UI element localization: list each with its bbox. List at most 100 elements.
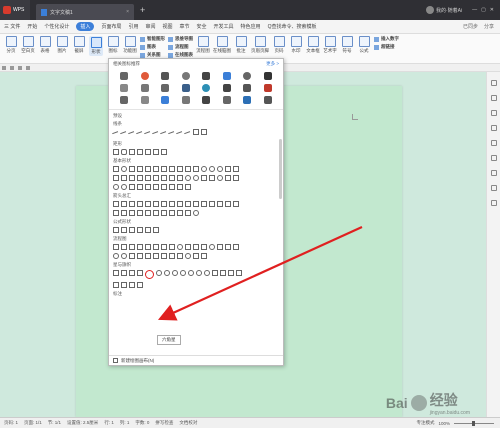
menu-references[interactable]: 引用: [128, 23, 138, 30]
curved-down-ribbon-shape[interactable]: [236, 270, 242, 276]
summing-junction-shape[interactable]: [113, 253, 119, 259]
can-shape[interactable]: [161, 175, 167, 181]
board-icon[interactable]: [263, 84, 272, 92]
curve-shape[interactable]: [184, 131, 192, 139]
hand-icon[interactable]: [120, 96, 129, 104]
block-arc-shape[interactable]: [201, 175, 207, 181]
smart-graphic-button[interactable]: 智能图形: [140, 36, 165, 42]
star-10-shape[interactable]: [172, 270, 178, 276]
up-arrow-shape[interactable]: [129, 201, 135, 207]
cross-shape[interactable]: [145, 175, 151, 181]
building-icon[interactable]: [181, 84, 190, 92]
star-6-shape[interactable]: [145, 270, 154, 279]
star-12-shape[interactable]: [180, 270, 186, 276]
or-shape[interactable]: [121, 253, 127, 259]
menu-layout[interactable]: 页面布局: [101, 23, 121, 30]
sequential-access-storage-shape[interactable]: [177, 253, 183, 259]
double-wave-shape[interactable]: [137, 282, 143, 288]
box-icon[interactable]: [222, 84, 231, 92]
close-tab-icon[interactable]: ×: [126, 9, 129, 15]
diagonal-stripe-shape[interactable]: [137, 175, 143, 181]
sidebar-help-icon[interactable]: [490, 200, 497, 206]
cloud-icon[interactable]: [140, 84, 149, 92]
connector-shape[interactable]: [209, 244, 215, 250]
star-icon[interactable]: [222, 96, 231, 104]
punched-tape-shape[interactable]: [233, 244, 239, 250]
left-up-arrow-shape[interactable]: [193, 201, 199, 207]
symbol-button[interactable]: 符号: [340, 36, 354, 54]
left-arrow-shape[interactable]: [121, 201, 127, 207]
parallelogram-shape[interactable]: [145, 166, 151, 172]
left-right-arrow-callout-shape[interactable]: [177, 210, 183, 216]
curved-up-arrow-shape[interactable]: [225, 201, 231, 207]
sync-status[interactable]: 已同步: [463, 23, 478, 30]
curved-right-arrow-shape[interactable]: [209, 201, 215, 207]
laptop-icon[interactable]: [263, 96, 272, 104]
heptagon-shape[interactable]: [185, 166, 191, 172]
hyperlink-button[interactable]: 超链接: [374, 44, 399, 50]
notched-right-arrow-shape[interactable]: [121, 210, 127, 216]
predefined-process-shape[interactable]: [145, 244, 151, 250]
alternate-process-shape[interactable]: [121, 244, 127, 250]
double-brace-shape[interactable]: [153, 184, 159, 190]
elbow-connector-shape[interactable]: [136, 131, 144, 139]
calendar-icon[interactable]: [140, 96, 149, 104]
merge-shape[interactable]: [153, 253, 159, 259]
quad-arrow-callout-shape[interactable]: [185, 210, 191, 216]
bulb-icon[interactable]: [181, 72, 190, 80]
document-proofread[interactable]: 文档校对: [179, 420, 197, 426]
preparation-shape[interactable]: [185, 244, 191, 250]
card-shape[interactable]: [225, 244, 231, 250]
process-shape[interactable]: [113, 244, 119, 250]
internal-storage-shape[interactable]: [153, 244, 159, 250]
maximize-icon[interactable]: ▢: [481, 7, 486, 13]
double-arrow-line-shape[interactable]: [128, 131, 136, 139]
offpage-connector-shape[interactable]: [217, 244, 223, 250]
document-shape[interactable]: [161, 244, 167, 250]
up-arrow-callout-shape[interactable]: [169, 210, 175, 216]
sidebar-format-icon[interactable]: [490, 110, 497, 116]
stored-data-shape[interactable]: [161, 253, 167, 259]
up-down-arrow-shape[interactable]: [153, 201, 159, 207]
globe-icon[interactable]: [243, 72, 252, 80]
left-right-arrow-shape[interactable]: [145, 201, 151, 207]
not-equal-shape[interactable]: [153, 227, 159, 233]
save-icon[interactable]: [18, 66, 22, 70]
plus-shape[interactable]: [113, 227, 119, 233]
bag-icon[interactable]: [222, 72, 231, 80]
circular-arrow-shape[interactable]: [193, 210, 199, 216]
flowchart-button[interactable]: 流程图: [196, 36, 210, 54]
minus-shape[interactable]: [121, 227, 127, 233]
sidebar-shape-icon[interactable]: [490, 125, 497, 131]
down-arrow-callout-shape[interactable]: [153, 210, 159, 216]
function-chart-button[interactable]: 功能图: [123, 36, 137, 54]
people-icon[interactable]: [263, 72, 272, 80]
new-tab-button[interactable]: +: [140, 5, 145, 15]
mail-icon[interactable]: [243, 96, 252, 104]
trapezoid-shape[interactable]: [153, 166, 159, 172]
curve-arrow-shape[interactable]: [152, 131, 160, 139]
bevel-shape[interactable]: [177, 175, 183, 181]
header-footer-button[interactable]: 页眉页脚: [251, 36, 269, 54]
cube-shape[interactable]: [169, 175, 175, 181]
star-8-shape[interactable]: [164, 270, 170, 276]
curved-down-arrow-shape[interactable]: [233, 201, 239, 207]
new-canvas-item[interactable]: 新建绘图画布(N): [109, 355, 283, 365]
teardrop-shape[interactable]: [233, 166, 239, 172]
zoom-level[interactable]: 100%: [438, 421, 450, 426]
sort-shape[interactable]: [137, 253, 143, 259]
menu-design[interactable]: 个性化设计: [44, 23, 69, 30]
heart-icon[interactable]: [161, 72, 170, 80]
oval-shape[interactable]: [121, 166, 127, 172]
snip-corner-rectangle-shape[interactable]: [137, 149, 143, 155]
round-diagonal-rectangle-shape[interactable]: [161, 149, 167, 155]
picture-button[interactable]: 图片: [55, 36, 69, 54]
right-bracket-shape[interactable]: [169, 184, 175, 190]
delay-shape[interactable]: [169, 253, 175, 259]
left-bracket-shape[interactable]: [161, 184, 167, 190]
line-shape[interactable]: [112, 131, 120, 139]
moon-shape[interactable]: [121, 184, 127, 190]
undo-icon[interactable]: [2, 66, 6, 70]
manual-input-shape[interactable]: [193, 244, 199, 250]
explosion-2-shape[interactable]: [121, 270, 127, 276]
